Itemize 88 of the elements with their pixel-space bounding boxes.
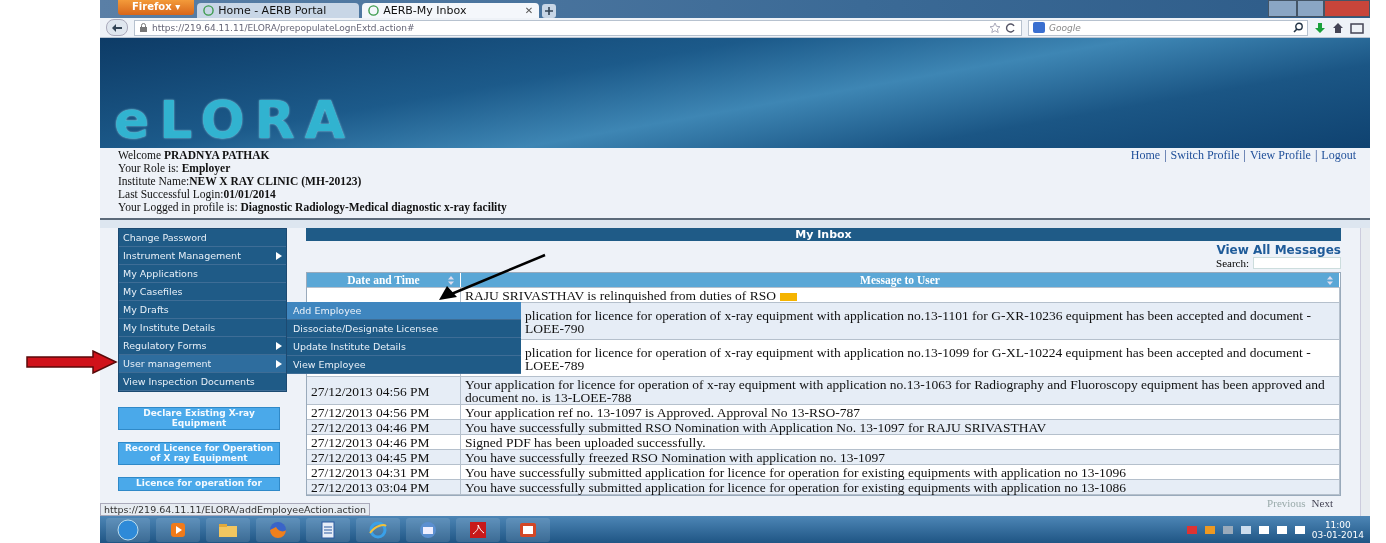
start-button[interactable] <box>106 517 150 542</box>
minimize-button[interactable] <box>1268 0 1297 17</box>
message-cell: Signed PDF has been uploaded successfully. <box>461 435 1340 449</box>
star-icon <box>989 21 1001 34</box>
user-info-line: Welcome PRADNYA PATHAK <box>118 149 271 162</box>
taskbar-app-button[interactable] <box>206 517 250 542</box>
message-cell: You have successfully submitted RSO Nomination with Application No. 13-1097 for RAJU SRIVASTHAV <box>461 420 1340 434</box>
document-icon <box>318 519 338 540</box>
date-cell: 27/12/2013 04:56 PM <box>307 405 461 419</box>
view-all-link[interactable]: View All Messages <box>1216 243 1341 257</box>
search-input[interactable] <box>1253 257 1341 269</box>
browser-tab[interactable]: Home - AERB Portal <box>197 3 360 18</box>
window-menu-icon <box>1350 21 1364 34</box>
browser-tab[interactable]: AERB-My Inbox ✕ <box>362 3 540 18</box>
search-engine-icon <box>1033 22 1045 33</box>
sort-icon <box>448 276 454 285</box>
sidebar-item[interactable]: My Institute Details <box>119 319 286 337</box>
user-info-line: Your Logged in profile is: Diagnostic Radiology-Medical diagnostic x-ray facility <box>118 201 507 214</box>
orb-icon <box>117 518 139 541</box>
message-cell: RAJU SRIVASTHAV is relinquished from duties of RSO <box>461 288 1340 302</box>
date-cell: 27/12/2013 04:46 PM <box>307 420 461 434</box>
date-cell: 27/12/2013 04:31 PM <box>307 465 461 479</box>
clock[interactable]: 11:00 03-01-2014 <box>1311 519 1364 540</box>
tray-icon <box>1203 523 1216 536</box>
message-cell: You have successfully submitted application for licence for operation for existing equipments with application no 13-1086 <box>461 480 1340 494</box>
link-separator: | <box>1314 149 1318 164</box>
pdf-icon <box>468 519 488 540</box>
close-icon[interactable]: ✕ <box>524 5 534 16</box>
status-url-tooltip: https://219.64.11.11/ELORA/addEmployeeAction.action <box>100 503 370 516</box>
user-info-line: Your Role is: Employer <box>118 162 232 175</box>
date-cell: 27/12/2013 03:04 PM <box>307 480 461 494</box>
tray-icon <box>1221 523 1234 536</box>
header-link[interactable]: Logout <box>1321 149 1356 214</box>
taskbar-app-button[interactable] <box>356 517 400 542</box>
taskbar-app-button[interactable] <box>306 517 350 542</box>
tray-icon <box>1293 523 1306 536</box>
sidebar-item[interactable]: Change Password <box>119 229 286 247</box>
link-separator: | <box>1243 149 1246 164</box>
pagination-link[interactable]: Next <box>1311 497 1333 509</box>
site-logo: eLORA <box>114 94 356 146</box>
tray-icon <box>1185 523 1198 536</box>
close-button[interactable] <box>1324 0 1370 17</box>
tray-icon <box>1239 523 1252 536</box>
submenu-item[interactable]: View Employee <box>287 356 521 374</box>
header-link[interactable]: Home <box>1130 149 1161 214</box>
message-cell: You have successfully submitted application for licence for operation for existing equipments with application no 13-1096 <box>461 465 1340 479</box>
date-cell: 27/12/2013 04:56 PM <box>307 377 461 404</box>
message-cell: You have successfully freezed RSO Nomination with application no. 13-1097 <box>461 450 1340 464</box>
reload-icon <box>1005 21 1017 34</box>
sidebar-item[interactable]: Instrument Management <box>119 247 286 265</box>
tray-icon <box>1257 523 1270 536</box>
plus-icon <box>544 6 555 16</box>
sidebar-item[interactable]: My Drafts <box>119 301 286 319</box>
header-link[interactable]: Switch Profile <box>1170 149 1240 214</box>
taskbar-app-button[interactable] <box>506 517 550 542</box>
tray-icon <box>1275 523 1288 536</box>
search-label: Search: <box>1216 257 1249 269</box>
new-tab-button[interactable] <box>542 4 557 18</box>
home-icon <box>1332 21 1344 34</box>
sidebar-item[interactable]: Regulatory Forms <box>119 337 286 355</box>
date-cell: 27/12/2013 04:46 PM <box>307 435 461 449</box>
sidebar-item[interactable]: View Inspection Documents <box>119 373 286 391</box>
taskbar-app-button[interactable] <box>156 517 200 542</box>
user-info-line: Last Successful Login:01/01/2014 <box>118 188 277 201</box>
message-cell: Your application for licence for operation of x-ray equipment with application no.13-1063 for Radiography and Fluoroscopy equipment has been approved and document no. is 13-LOEE-788 <box>461 377 1340 404</box>
scrollbar[interactable] <box>1360 228 1370 516</box>
submenu-item[interactable]: Add Employee <box>287 302 521 320</box>
sidebar-item[interactable]: My Applications <box>119 265 286 283</box>
sidebar-item[interactable]: User management <box>119 355 286 373</box>
submenu-item[interactable]: Dissociate/Designate Licensee <box>287 320 521 338</box>
maximize-button[interactable] <box>1297 0 1324 17</box>
date-cell: 27/12/2013 04:45 PM <box>307 450 461 464</box>
submenu-item[interactable]: Update Institute Details <box>287 338 521 356</box>
back-button[interactable] <box>106 19 128 36</box>
message-cell: Your application ref no. 13-1097 is Approved. Approval No 13-RSO-787 <box>461 405 1340 419</box>
taskbar-app-button[interactable] <box>406 517 450 542</box>
search-icon <box>1293 22 1303 33</box>
sort-icon <box>1327 276 1333 285</box>
search-field[interactable]: Google <box>1028 19 1308 36</box>
inbox-title: My Inbox <box>306 228 1341 241</box>
lock-icon <box>139 22 148 33</box>
back-arrow-icon <box>111 22 123 33</box>
sidebar-item[interactable]: My Casefiles <box>119 283 286 301</box>
link-separator: | <box>1164 149 1167 164</box>
address-field[interactable]: https://219.64.11.11/ELORA/prepopulateLognExtd.action# <box>134 19 1022 36</box>
header-link[interactable]: View Profile <box>1250 149 1311 214</box>
user-info-line: Institute Name:NEW X RAY CLINIC (MH-20123) <box>118 175 363 188</box>
download-arrow-icon <box>1314 21 1326 34</box>
